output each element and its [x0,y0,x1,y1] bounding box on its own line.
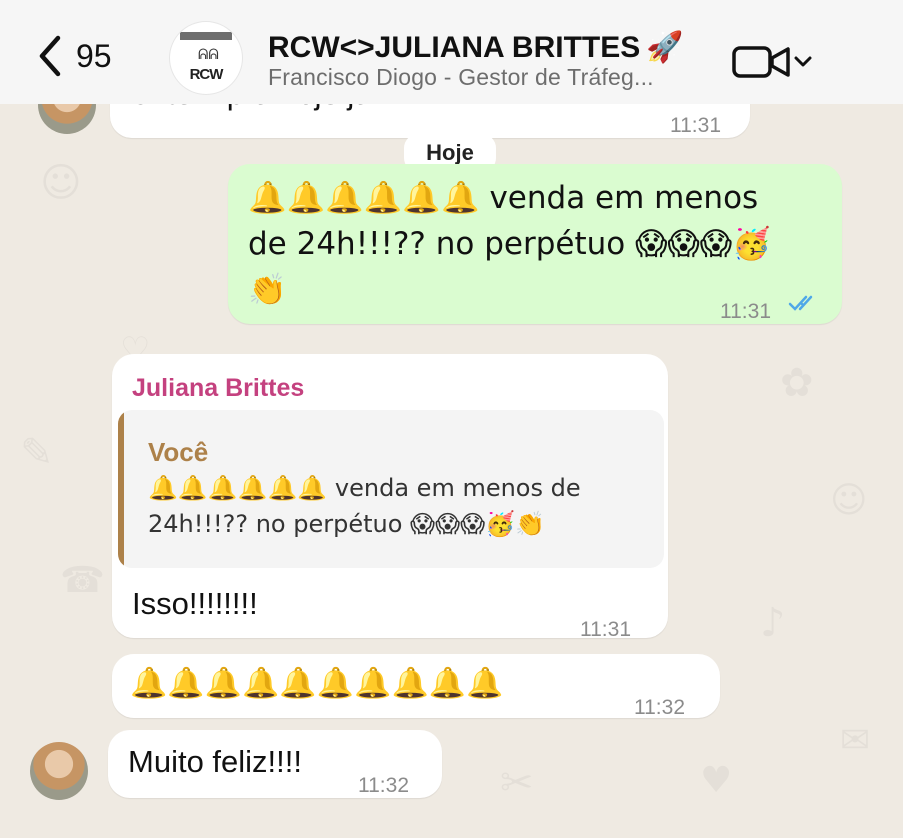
group-avatar-text: RCW [189,66,224,83]
unread-count: 95 [76,37,112,74]
chat-subtitle[interactable]: Francisco Diogo - Gestor de Tráfeg... [268,64,654,91]
chat-title-text: RCW<>JULIANA BRITTES [268,31,641,64]
quote-author: Você [148,437,209,467]
message-time: 11:32 [358,774,409,797]
message-text-line3: 👏 [248,272,287,308]
message-bubble-outgoing[interactable]: 🔔🔔🔔🔔🔔🔔 venda em menos de 24h!!!?? no per… [228,164,842,324]
message-bubble[interactable]: 🔔🔔🔔🔔🔔🔔🔔🔔🔔🔔 11:32 [112,654,720,719]
double-check-icon [788,295,813,311]
message-text: Muito feliz!!!! [128,744,302,779]
chat-header: 95 ᕱᕱ RCW RCW<>JULIANA BRITTES 🚀 Francisc… [0,0,903,104]
message-text-line1: 🔔🔔🔔🔔🔔🔔 venda em menos [248,180,759,216]
message-text: Isso!!!!!!!! [132,586,258,621]
rocket-emoji: 🚀 [646,30,684,65]
video-camera-icon [732,46,790,78]
message-time: 11:31 [580,618,631,641]
quoted-message[interactable]: Você 🔔🔔🔔🔔🔔🔔 venda em menos de 24h!!!?? n… [118,410,664,568]
back-button[interactable]: 95 [38,26,112,86]
quote-text: 🔔🔔🔔🔔🔔🔔 venda em menos de 24h!!!?? no per… [148,474,581,538]
message-time: 11:31 [720,300,771,323]
message-bubble[interactable]: Muito feliz!!!! 11:32 [108,730,442,798]
sender-name: Juliana Brittes [132,374,305,402]
chevron-down-icon [794,56,812,67]
message-time: 11:31 [670,114,721,137]
message-bubble-reply[interactable]: Juliana Brittes Você 🔔🔔🔔🔔🔔🔔 venda em men… [112,354,668,641]
quote-accent-bar [118,410,124,568]
group-avatar[interactable]: ᕱᕱ RCW [170,22,242,94]
video-call-button[interactable] [732,44,812,80]
message-time: 11:32 [634,696,685,719]
chat-title[interactable]: RCW<>JULIANA BRITTES 🚀 [268,30,684,65]
chevron-left-icon [39,35,61,77]
message-text-line2: de 24h!!!?? no perpétuo 😱😱😱🥳 [248,226,771,262]
contact-avatar[interactable] [30,742,88,800]
message-text: 🔔🔔🔔🔔🔔🔔🔔🔔🔔🔔 [130,666,504,701]
